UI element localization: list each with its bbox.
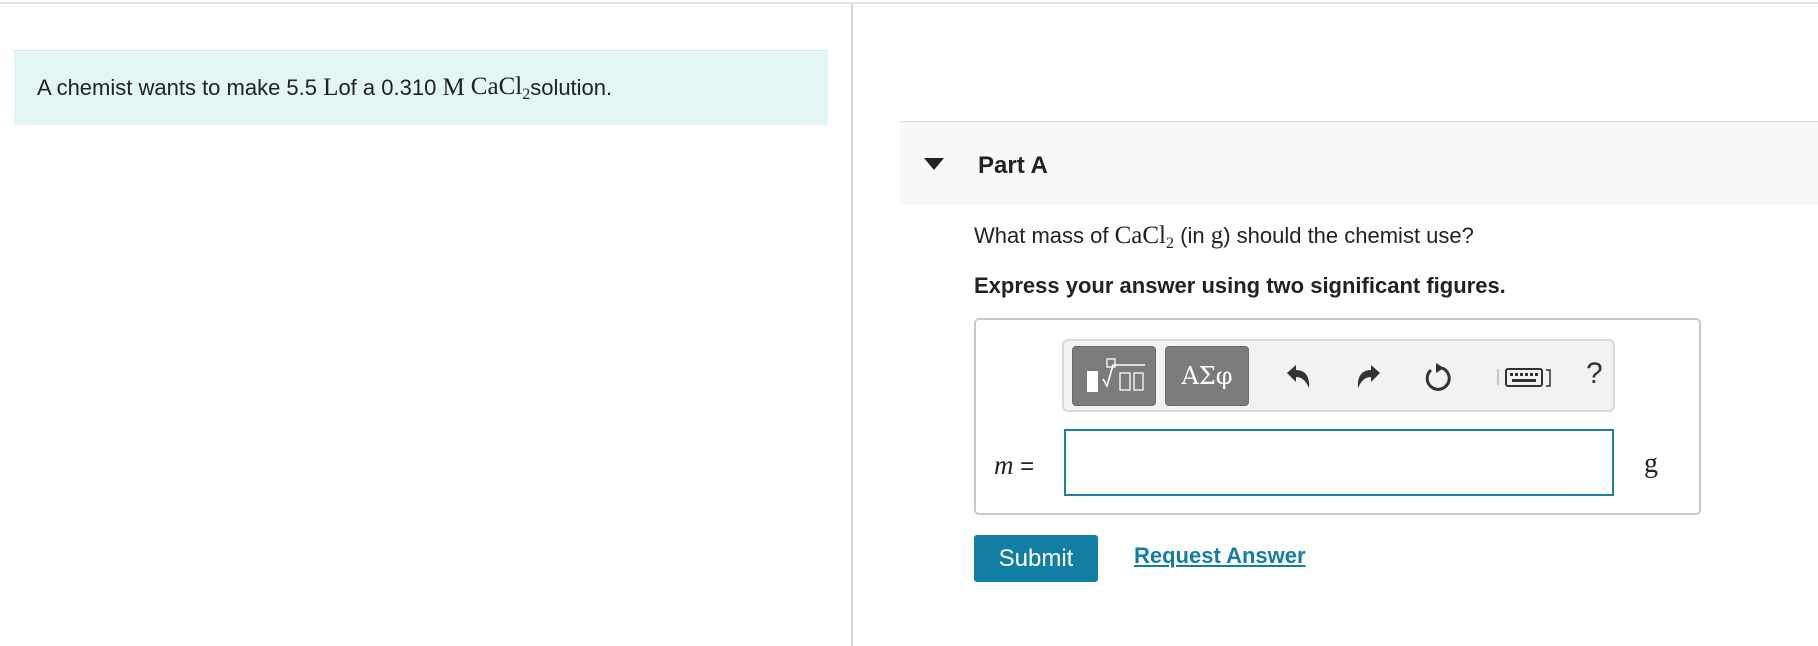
part-a-header[interactable]: Part A	[900, 121, 1818, 205]
undo-button[interactable]	[1282, 360, 1316, 394]
volume-unit: L	[323, 74, 339, 101]
reset-button[interactable]	[1421, 360, 1455, 394]
problem-prefix: A chemist wants to make 5.5	[37, 75, 318, 100]
variable-label: m =	[994, 450, 1034, 481]
problem-statement: A chemist wants to make 5.5 L of a 0.310…	[14, 50, 828, 125]
question-compound-subscript: 2	[1166, 235, 1174, 252]
keyboard-icon	[1497, 368, 1551, 387]
templates-button[interactable]	[1072, 346, 1156, 406]
help-button[interactable]: ?	[1586, 357, 1603, 391]
question-middle: (in	[1174, 223, 1211, 248]
redo-button[interactable]	[1351, 360, 1385, 394]
equals-sign: =	[1013, 453, 1035, 480]
compound-formula: CaCl2	[471, 73, 530, 104]
redo-icon	[1357, 365, 1380, 388]
question-compound: CaCl2	[1114, 222, 1174, 252]
reset-icon	[1425, 363, 1451, 391]
question-text: What mass of CaCl2 (in g) should the che…	[974, 222, 1474, 253]
answer-panel: ΑΣφ ? m = g	[974, 318, 1701, 515]
column-divider	[851, 4, 853, 646]
top-border	[0, 2, 1818, 4]
templates-icon	[1087, 358, 1145, 392]
symbols-button[interactable]: ΑΣφ	[1165, 346, 1249, 406]
submit-button[interactable]: Submit	[974, 535, 1098, 582]
collapse-caret-icon[interactable]	[924, 158, 944, 170]
question-compound-base: CaCl	[1114, 222, 1166, 249]
problem-middle: of a 0.310	[338, 75, 437, 100]
question-prefix: What mass of	[974, 223, 1115, 248]
problem-suffix: solution.	[530, 75, 613, 100]
undo-icon	[1287, 365, 1310, 388]
question-unit: g	[1210, 222, 1224, 249]
request-answer-link[interactable]: Request Answer	[1134, 543, 1306, 569]
keyboard-button[interactable]	[1495, 360, 1555, 394]
compound-base: CaCl	[470, 72, 523, 100]
math-toolbar: ΑΣφ ?	[1062, 339, 1615, 412]
answer-unit: g	[1644, 448, 1658, 479]
answer-input[interactable]	[1064, 429, 1614, 496]
molarity-unit: M	[442, 74, 465, 101]
instruction-text: Express your answer using two significan…	[974, 273, 1506, 298]
compound-subscript: 2	[522, 85, 531, 103]
part-title: Part A	[978, 152, 1048, 179]
variable-symbol: m	[994, 450, 1014, 480]
question-suffix: ) should the chemist use?	[1223, 223, 1474, 248]
